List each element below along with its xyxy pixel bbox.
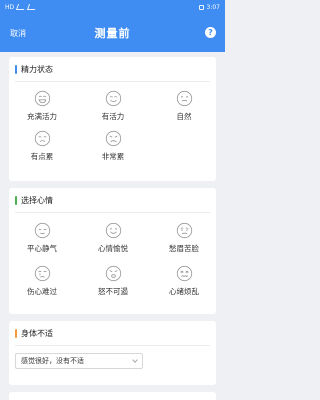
status-bar: HD 3:07 [0,0,225,14]
help-icon[interactable]: ? [205,27,216,38]
energy-card: 精力状态 充满活力 有活力 自然 有点累 非常累 [9,57,216,181]
mood-option-label: 伤心难过 [27,287,57,296]
mood-option-label: 愁眉苦脸 [169,244,199,253]
mood-option-label: 心情愉悦 [98,244,128,253]
energy-option-label: 有点累 [30,152,54,161]
happy-face-icon [105,222,121,239]
divider [15,81,210,82]
smile-face-icon [105,90,121,107]
mood-option-label: 怒不可遏 [98,287,128,296]
mood-option-upset[interactable]: 心绪烦乱 [154,265,214,297]
energy-option-very-tired[interactable]: 非常累 [83,130,143,162]
discomfort-section-title: 身体不适 [21,328,53,338]
divider [15,212,210,213]
energy-option-active[interactable]: 有活力 [83,90,143,122]
mood-option-happy[interactable]: 心情愉悦 [83,222,143,254]
page-title: 测量前 [94,27,131,40]
app-header: HD 3:07 取消 测量前 ? [0,0,225,52]
next-card-edge [9,392,216,400]
energy-option-label: 充满活力 [27,112,57,121]
energy-section-title: 精力状态 [21,64,53,74]
mood-option-calm[interactable]: 平心静气 [12,222,72,254]
section-accent-bar [15,64,17,74]
tired-face-icon [34,130,50,147]
grin-face-icon [34,90,50,107]
sad-face-icon [176,222,192,239]
energy-option-label: 有活力 [101,112,125,121]
status-time: 3:07 [206,3,220,11]
very-tired-face-icon [105,130,121,147]
battery-icon [198,4,204,10]
mood-option-crying[interactable]: 伤心难过 [12,265,72,297]
mood-section-title: 选择心情 [21,195,53,205]
neutral-face-icon [176,90,192,107]
discomfort-card: 身体不适 感觉很好，没有不适 [9,321,216,385]
energy-option-label: 非常累 [101,152,125,161]
chevron-down-icon [132,357,138,363]
energy-option-natural[interactable]: 自然 [154,90,214,122]
section-accent-bar [15,195,17,205]
discomfort-select[interactable]: 感觉很好，没有不适 [15,353,143,369]
mood-card: 选择心情 平心静气 心情愉悦 愁眉苦脸 伤心难过 怒不可遏 心绪烦乱 [9,188,216,314]
energy-option-full[interactable]: 充满活力 [12,90,72,122]
mood-option-sad[interactable]: 愁眉苦脸 [154,222,214,254]
divider [15,345,210,346]
crying-face-icon [34,265,50,282]
angry-face-icon [105,265,121,282]
carrier-label: HD [5,3,15,11]
discomfort-selected-value: 感觉很好，没有不适 [21,357,84,365]
mood-option-label: 平心静气 [27,244,57,253]
upset-face-icon [176,265,192,282]
energy-option-label: 自然 [176,112,192,121]
section-accent-bar [15,328,17,338]
signal-icon [16,4,27,10]
wifi-icon [27,4,38,10]
energy-option-tired[interactable]: 有点累 [12,130,72,162]
calm-face-icon [34,222,50,239]
mood-option-label: 心绪烦乱 [169,287,199,296]
mood-option-angry[interactable]: 怒不可遏 [83,265,143,297]
